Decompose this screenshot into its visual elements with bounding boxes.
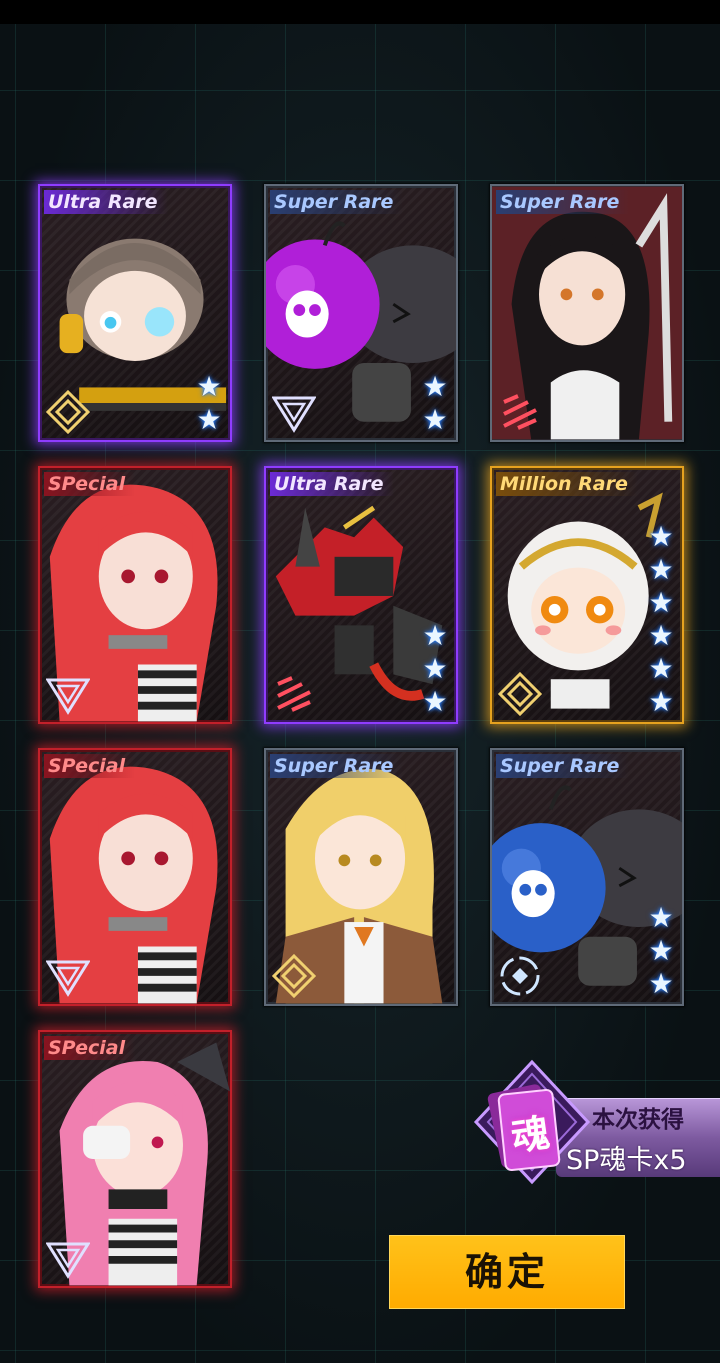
rarity-label: SPecial [44,754,136,778]
soul-char: 魂 [508,1110,553,1160]
triangle-class-icon [46,1242,90,1279]
star-icon: ★ [648,901,674,934]
star-icon: ★ [422,403,448,436]
star-rating: ★ ★ ★ [646,901,676,1000]
star-icon: ★ [422,370,448,403]
slash-class-icon [277,676,311,712]
diamond-class-icon [272,954,316,998]
star-icon: ★ [648,520,674,553]
rarity-label: SPecial [44,472,136,496]
rarity-label: Super Rare [496,190,630,214]
triangle-class-icon [46,960,90,997]
rarity-label: Super Rare [496,754,630,778]
star-icon: ★ [648,553,674,586]
star-icon: ★ [648,619,674,652]
star-rating: ★ ★ ★ ★ ★ ★ [646,520,676,718]
character-card[interactable]: SPecial [38,466,232,724]
character-card[interactable]: Ultra Rare ★ ★ [38,184,232,442]
star-rating: ★ ★ [194,370,224,436]
character-card[interactable]: SPecial [38,748,232,1006]
reward-title: 本次获得 [592,1107,684,1133]
star-icon: ★ [422,685,448,718]
rarity-label: Super Rare [270,190,404,214]
star-icon: ★ [648,967,674,1000]
rarity-label: Ultra Rare [270,472,394,496]
triangle-class-icon [272,396,316,433]
star-icon: ★ [648,685,674,718]
star-icon: ★ [648,934,674,967]
diamond-class-icon [498,672,542,716]
character-card[interactable]: Super Rare ★ ★ [264,184,458,442]
rarity-label: SPecial [44,1036,136,1060]
star-icon: ★ [422,652,448,685]
star-icon: ★ [196,370,222,403]
reward-badge: 本次获得 SP魂卡x5 魂 [472,1058,720,1188]
confirm-button[interactable]: 确定 [389,1235,625,1309]
diamond-class-icon [46,390,90,434]
rarity-label: Super Rare [270,754,404,778]
status-bar [0,0,720,24]
character-card[interactable]: Super Rare [264,748,458,1006]
character-card[interactable]: SPecial [38,1030,232,1288]
star-icon: ★ [648,586,674,619]
star-icon: ★ [648,652,674,685]
character-card[interactable]: Super Rare [490,184,684,442]
character-card[interactable]: Million Rare ★ ★ ★ ★ ★ ★ [490,466,684,724]
star-icon: ★ [422,619,448,652]
star-icon: ★ [196,403,222,436]
slash-class-icon [503,394,537,430]
rarity-label: Ultra Rare [44,190,168,214]
star-rating: ★ ★ ★ [420,619,450,718]
character-card[interactable]: Super Rare ★ ★ ★ [490,748,684,1006]
character-card[interactable]: Ultra Rare ★ ★ ★ [264,466,458,724]
circle-class-icon [500,956,540,996]
rarity-label: Million Rare [496,472,638,496]
triangle-class-icon [46,678,90,715]
star-rating: ★ ★ [420,370,450,436]
